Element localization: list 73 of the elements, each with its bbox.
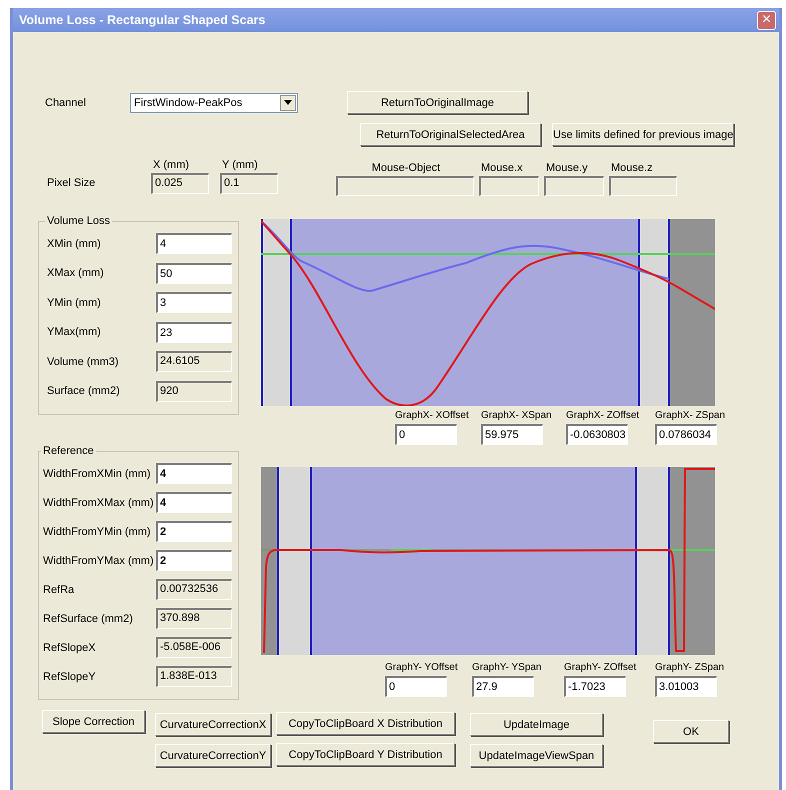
field-label: Surface (mm2) xyxy=(47,385,120,398)
pixel-size-x-field: 0.025 xyxy=(151,173,209,194)
readout-field xyxy=(479,176,539,196)
field-label: RefSurface (mm2) xyxy=(43,612,133,624)
return-to-selected-area-button[interactable]: ReturnToOriginalSelectedArea xyxy=(360,123,541,146)
input-field[interactable]: 3.01003 xyxy=(655,676,717,697)
field-label: Mouse-Object xyxy=(370,162,440,174)
readonly-field: 24.6105 xyxy=(156,351,232,372)
readonly-field: 0.00732536 xyxy=(156,579,232,600)
pixel-size-label: Pixel Size xyxy=(46,177,96,189)
copy-x-distribution-button[interactable]: CopyToClipBoard X Distribution xyxy=(276,712,455,735)
field-label: RefSlopeX xyxy=(43,642,96,654)
field-label: Y (mm) xyxy=(221,159,259,171)
field-label: GraphY- ZSpan xyxy=(655,661,724,674)
field-label: XMax (mm) xyxy=(47,267,104,280)
input-field[interactable]: 59.975 xyxy=(481,424,543,445)
window-title: Volume Loss - Rectangular Shaped Scars xyxy=(19,13,266,27)
field-label: GraphY- YOffset xyxy=(385,661,458,674)
group-title: Reference xyxy=(42,445,95,457)
field-label: Volume (mm3) xyxy=(47,356,119,368)
field-label: GraphY- YSpan xyxy=(472,661,542,674)
field-label: YMax(mm) xyxy=(47,326,101,338)
readonly-field: 1.838E-013 xyxy=(156,666,232,687)
close-button[interactable]: × xyxy=(757,10,776,30)
input-field[interactable]: -0.0630803 xyxy=(566,424,628,445)
group-title: Volume Loss xyxy=(46,215,111,227)
field-label: GraphX- XSpan xyxy=(481,409,552,422)
readonly-field: 920 xyxy=(156,380,232,402)
readonly-field: -5.058E-006 xyxy=(156,637,232,658)
input-field[interactable]: 4 xyxy=(156,463,232,484)
input-field[interactable]: 0.0786034 xyxy=(655,424,717,445)
update-view-span-button[interactable]: UpdateImageViewSpan xyxy=(470,744,603,767)
field-label: Mouse.y xyxy=(545,162,589,174)
input-field[interactable]: 27.9 xyxy=(472,676,534,697)
field-label: GraphX- ZOffset xyxy=(566,409,640,422)
input-field[interactable]: 4 xyxy=(156,233,232,254)
curvature-correction-x-button[interactable]: CurvatureCorrectionX xyxy=(155,713,271,736)
field-label: GraphX- ZSpan xyxy=(655,409,726,422)
curvature-correction-y-button[interactable]: CurvatureCorrectionY xyxy=(155,744,271,767)
input-field[interactable]: -1.7023 xyxy=(564,676,626,697)
input-field[interactable]: 2 xyxy=(156,550,232,571)
input-field[interactable]: 0 xyxy=(385,676,447,697)
field-label: Mouse.x xyxy=(480,162,524,174)
field-label: GraphY- ZOffset xyxy=(564,661,636,674)
channel-label: Channel xyxy=(44,96,87,108)
input-field[interactable]: 23 xyxy=(156,322,232,343)
readout-field xyxy=(544,176,604,196)
input-field[interactable]: 2 xyxy=(156,521,232,542)
return-to-original-image-button[interactable]: ReturnToOriginalImage xyxy=(347,91,528,114)
field-label: YMin (mm) xyxy=(47,296,101,309)
field-label: GraphX- XOffset xyxy=(395,409,469,422)
copy-y-distribution-button[interactable]: CopyToClipBoard Y Distribution xyxy=(276,743,455,766)
update-image-button[interactable]: UpdateImage xyxy=(470,713,603,736)
field-label: Mouse.z xyxy=(610,162,654,174)
slope-correction-button[interactable]: Slope Correction xyxy=(42,710,145,733)
input-field[interactable]: 4 xyxy=(156,492,232,513)
field-label: WidthFromYMax (mm) xyxy=(43,554,154,566)
use-previous-limits-button[interactable]: Use limits defined for previous image xyxy=(552,123,734,146)
field-label: WidthFromYMin (mm) xyxy=(43,526,151,538)
input-field[interactable]: 50 xyxy=(156,262,232,284)
field-label: WidthFromXMax (mm) xyxy=(43,496,154,508)
readonly-field: 370.898 xyxy=(156,608,232,629)
input-field[interactable]: 0 xyxy=(395,424,457,445)
field-label: RefRa xyxy=(43,584,74,596)
input-field[interactable]: 3 xyxy=(156,292,232,314)
field-label: XMin (mm) xyxy=(47,238,101,250)
field-label: X (mm) xyxy=(152,159,190,171)
ok-button[interactable]: OK xyxy=(653,720,729,743)
pixel-size-y-field: 0.1 xyxy=(220,173,278,194)
field-label: WidthFromXMin (mm) xyxy=(43,468,151,480)
field-label: RefSlopeY xyxy=(43,670,96,682)
readout-field xyxy=(609,176,677,196)
channel-dropdown[interactable]: FirstWindow-PeakPos xyxy=(130,92,298,112)
